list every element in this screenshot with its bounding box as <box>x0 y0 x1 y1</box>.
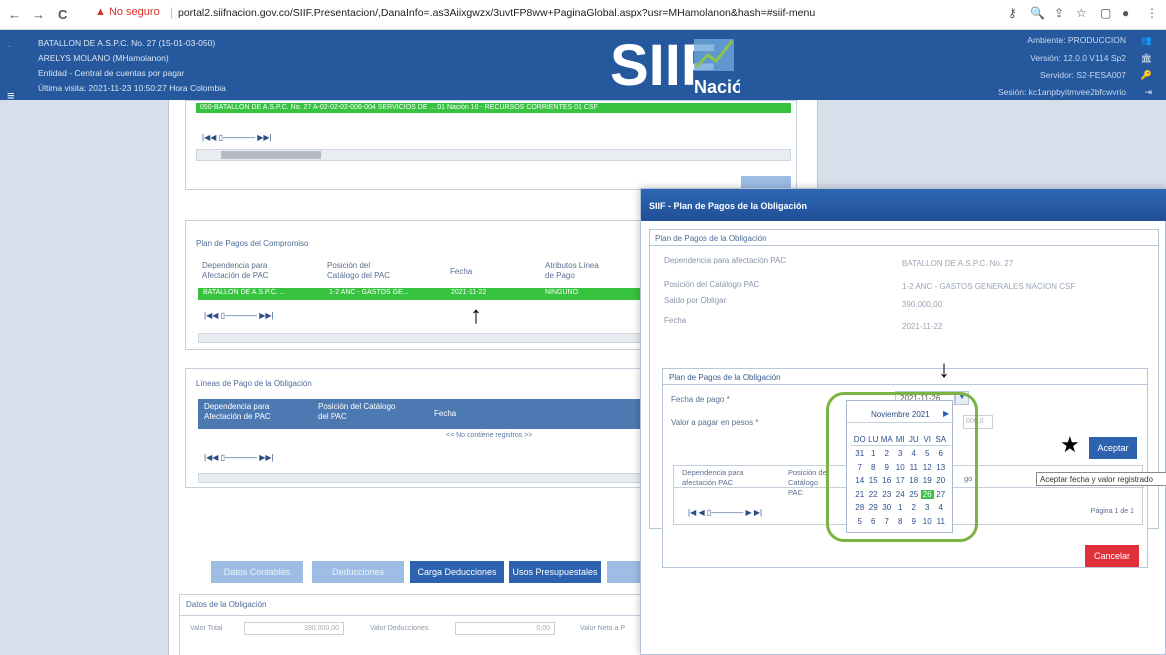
key-icon[interactable]: ⚷ <box>1008 6 1017 20</box>
carga-deducciones-button[interactable]: Carga Deducciones <box>410 561 504 583</box>
user-name: ARELYS MOLANO (MHamolanon) <box>38 53 169 63</box>
browser-toolbar: ← → C ▲ No seguro | portal2.siifnacion.g… <box>0 0 1166 30</box>
horizontal-scrollbar[interactable] <box>196 149 791 161</box>
usos-presupuestales-button[interactable]: Usos Presupuestales <box>509 561 601 583</box>
siif-logo: SIIF Nación <box>608 33 754 98</box>
col-header: Fecha <box>434 409 457 418</box>
logout-icon[interactable]: ⇥ <box>1144 87 1152 98</box>
col-header: Fecha <box>450 267 473 276</box>
annotation-arrow-down-icon: ↓ <box>938 356 950 383</box>
valor-total-label: Valor Total <box>190 625 223 632</box>
table-cell: NINGUNO <box>545 289 579 296</box>
field-label: Fecha <box>664 316 687 325</box>
highlight-box <box>826 392 978 542</box>
col-header: Posición del Catálogo del PAC <box>318 402 396 421</box>
empty-message: << No contiene registros >> <box>446 432 533 439</box>
divider <box>663 384 1147 385</box>
field-label: Saldo por Obligar <box>664 296 727 305</box>
entidad-label: Entidad - Central de cuentas por pagar <box>38 68 185 78</box>
pager[interactable]: |◀◀ ▯———— ▶▶| <box>202 133 272 142</box>
selected-row[interactable]: 050-BATALLON DE A.S.P.C. No. 27 A-02-02-… <box>196 103 791 113</box>
col-header: Dependencia para Afectación de PAC <box>204 402 271 421</box>
entity-name: BATALLON DE A.S.P.C. No. 27 (15-01-03-05… <box>38 38 216 48</box>
cancelar-button[interactable]: Cancelar <box>1085 545 1139 567</box>
valor-pagar-label: Valor a pagar en pesos * <box>671 418 759 427</box>
modal-title: SIIF - Plan de Pagos de la Obligación <box>641 189 1166 221</box>
dot-icon: · <box>8 42 11 51</box>
col-header: Atributos Línea de Pago <box>545 261 599 280</box>
url-divider: | <box>170 5 174 19</box>
zoom-icon[interactable]: 🔍 <box>1030 6 1045 20</box>
star-icon[interactable]: ☆ <box>1076 6 1087 20</box>
field-value: BATALLON DE A.S.P.C. No. 27 <box>902 259 1014 268</box>
version: Versión: 12.0.0 V114 Sp2 <box>1030 53 1126 63</box>
panel-title: Plan de Pagos de la Obligación <box>655 234 767 243</box>
divider <box>650 245 1158 246</box>
valor-total-field[interactable]: 390.000,00 <box>244 622 344 635</box>
table-cell: 1-2 ANC - GASTOS GE... <box>329 289 409 296</box>
panel-title: Plan de Pagos del Compromiso <box>196 239 309 248</box>
col-header: Dependencia para Afectación de PAC <box>202 261 269 280</box>
col-header: Dependencia para afectación PAC <box>682 468 744 487</box>
scroll-thumb[interactable] <box>221 151 321 159</box>
field-value: 390.000,00 <box>902 300 943 309</box>
field-label: Posición del Catálogo PAC <box>664 280 760 289</box>
fecha-pago-label: Fecha de pago * <box>671 395 730 404</box>
field-value: 1-2 ANC - GASTOS GENERALES NACION CSF <box>902 282 1076 291</box>
panel-title: Plan de Pagos de la Obligación <box>669 373 781 382</box>
field-label: Dependencia para afectación PAC <box>664 256 787 265</box>
users-icon[interactable]: 👥 <box>1141 35 1152 46</box>
field-value: 2021-11-22 <box>902 322 943 331</box>
neto-label: Valor Neto a P <box>580 625 626 632</box>
app-header: ≡ · BATALLON DE A.S.P.C. No. 27 (15-01-0… <box>0 30 1166 103</box>
annotation-arrow-icon: ↑ <box>470 302 482 329</box>
table-cell: BATALLON DE A.S.P.C. ... <box>203 289 286 296</box>
url-bar[interactable]: portal2.siifnacion.gov.co/SIIF.Presentac… <box>178 7 815 19</box>
key-icon[interactable]: 🔑 <box>1141 70 1152 81</box>
deducciones-button[interactable]: Deducciones <box>312 561 404 583</box>
datos-contables-button[interactable]: Datos Contables <box>211 561 303 583</box>
deducciones-field[interactable]: 0,00 <box>455 622 555 635</box>
pager[interactable]: |◀ ◀ ▯———— ▶ ▶| <box>688 508 762 517</box>
security-warning[interactable]: ▲ No seguro <box>95 6 160 18</box>
tab-icon[interactable]: ▢ <box>1100 6 1111 20</box>
ambiente: Ambiente: PRODUCCION <box>1027 35 1126 45</box>
back-button[interactable]: ← <box>8 7 21 22</box>
share-icon[interactable]: ⇪ <box>1054 6 1064 20</box>
forward-button[interactable]: → <box>32 7 45 22</box>
table-cell: 2021-11-22 <box>451 289 487 296</box>
panel-title: Líneas de Pago de la Obligación <box>196 379 312 388</box>
deducciones-label: Valor Deducciones <box>370 625 429 632</box>
logo-sub: Nación <box>694 77 740 97</box>
sesion: Sesión: kc1anpbyitmvee2bfcwvrio <box>997 87 1126 97</box>
bank-icon[interactable]: 🏛 <box>1141 53 1152 64</box>
top-grid-panel: 050-BATALLON DE A.S.P.C. No. 27 A-02-02-… <box>185 100 797 190</box>
profile-icon[interactable]: ● <box>1122 6 1129 20</box>
annotation-star-icon: ★ <box>1060 432 1080 457</box>
servidor: Servidor: S2-FESA007 <box>1040 70 1126 80</box>
col-header: Posición del Catálogo del PAC <box>327 261 390 280</box>
last-visit: Última visita: 2021-11-23 10:50:27 Hora … <box>38 83 226 93</box>
aceptar-button[interactable]: Aceptar <box>1089 437 1137 459</box>
page-indicator: Página 1 de 1 <box>1090 508 1134 515</box>
pager[interactable]: |◀◀ ▯———— ▶▶| <box>204 453 274 462</box>
panel-title: Datos de la Obligación <box>186 600 267 609</box>
tooltip: Aceptar fecha y valor registrado <box>1036 472 1166 486</box>
reload-button[interactable]: C <box>58 7 67 22</box>
menu-icon[interactable]: ⋮ <box>1146 6 1158 20</box>
pager[interactable]: |◀◀ ▯———— ▶▶| <box>204 311 274 320</box>
